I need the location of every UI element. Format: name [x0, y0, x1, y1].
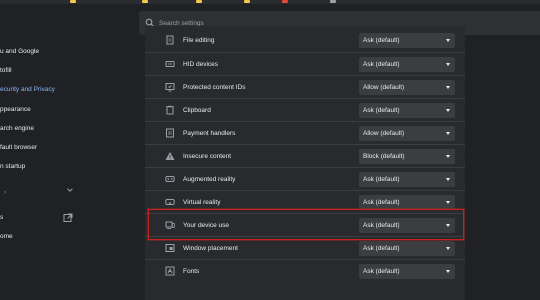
- permission-select[interactable]: Allow (default): [359, 126, 455, 141]
- sidebar-item-search-engine[interactable]: arch engine: [0, 120, 34, 138]
- caret-down-icon: [446, 224, 450, 227]
- sidebar-item-on-startup[interactable]: n startup: [0, 158, 25, 176]
- sidebar-item-label: u and Google: [0, 48, 40, 55]
- permission-value: Ask (default): [363, 176, 400, 183]
- permission-label: Clipboard: [183, 107, 211, 114]
- permission-row-augmented-reality[interactable]: Augmented reality Ask (default): [145, 167, 465, 190]
- permission-row-virtual-reality[interactable]: Virtual reality Ask (default): [145, 190, 465, 213]
- permission-label: Protected content IDs: [183, 84, 246, 91]
- sidebar-item-label: ppearance: [0, 106, 31, 113]
- tab-favicon[interactable]: [142, 0, 148, 3]
- permission-select[interactable]: Block (default): [359, 149, 455, 164]
- permission-value: Ask (default): [363, 37, 400, 44]
- permission-row-insecure-content[interactable]: Insecure content Block (default): [145, 144, 465, 167]
- permission-label: File editing: [183, 37, 215, 44]
- permission-label: Payment handlers: [183, 130, 236, 137]
- permission-label: Window placement: [183, 245, 238, 252]
- permission-label: Insecure content: [183, 153, 232, 160]
- permission-label: Virtual reality: [183, 199, 221, 206]
- permission-row-your-device-use[interactable]: Your device use Ask (default): [145, 213, 465, 236]
- caret-down-icon: [446, 39, 450, 42]
- permission-row-file-editing[interactable]: File editing Ask (default): [145, 29, 465, 52]
- permission-value: Ask (default): [363, 268, 400, 275]
- tab-favicon[interactable]: [244, 0, 250, 3]
- font-icon: [165, 266, 175, 276]
- permission-row-window-placement[interactable]: Window placement Ask (default): [145, 236, 465, 259]
- caret-down-icon: [446, 178, 450, 181]
- window-placement-icon: [165, 244, 175, 252]
- permission-select[interactable]: Ask (default): [359, 33, 455, 48]
- warning-icon: [165, 152, 175, 160]
- caret-down-icon: [446, 86, 450, 89]
- permission-label: Fonts: [183, 268, 200, 275]
- caret-down-icon: [446, 155, 450, 158]
- clipboard-icon: [166, 105, 174, 115]
- permission-value: Ask (default): [363, 222, 400, 229]
- tab-favicon[interactable]: [330, 0, 336, 3]
- caret-down-icon: [446, 109, 450, 112]
- sidebar-item-security-and-privacy[interactable]: ecurity and Privacy: [0, 81, 55, 99]
- permission-value: Block (default): [363, 153, 405, 160]
- tab-favicon[interactable]: [70, 0, 76, 3]
- site-settings-permissions-panel: File editing Ask (default) HID devices A…: [145, 26, 465, 300]
- permission-label: Your device use: [183, 222, 230, 229]
- permission-label: Augmented reality: [183, 176, 236, 183]
- caret-down-icon: [446, 63, 450, 66]
- permission-select[interactable]: Ask (default): [359, 57, 455, 72]
- sidebar-item-label: ecurity and Privacy: [0, 86, 55, 93]
- caret-down-icon: [446, 132, 450, 135]
- permission-row-clipboard[interactable]: Clipboard Ask (default): [145, 98, 465, 121]
- permission-value: Allow (default): [363, 84, 405, 91]
- permission-select[interactable]: Ask (default): [359, 172, 455, 187]
- permission-value: Allow (default): [363, 130, 405, 137]
- permission-value: Ask (default): [363, 107, 400, 114]
- sidebar-item-label: ome: [0, 233, 13, 240]
- permission-value: Ask (default): [363, 199, 400, 206]
- sidebar-item-extensions[interactable]: s: [0, 209, 3, 227]
- open-in-new-icon[interactable]: [63, 213, 73, 223]
- protected-content-icon: [165, 83, 175, 92]
- permission-select[interactable]: Ask (default): [359, 218, 455, 233]
- caret-down-icon: [446, 247, 450, 250]
- device-use-icon: [165, 221, 175, 229]
- caret-down-icon: [446, 201, 450, 204]
- permission-row-hid-devices[interactable]: HID devices Ask (default): [145, 52, 465, 75]
- sidebar-item-label: fault browser: [0, 144, 38, 151]
- sidebar-item-about-chrome[interactable]: ome: [0, 228, 13, 246]
- permission-value: Ask (default): [363, 245, 400, 252]
- sidebar-item-default-browser[interactable]: fault browser: [0, 139, 37, 157]
- file-edit-icon: [166, 35, 174, 45]
- permission-row-payment-handlers[interactable]: Payment handlers Allow (default): [145, 121, 465, 144]
- permission-value: Ask (default): [363, 61, 400, 68]
- vr-headset-icon: [165, 199, 175, 205]
- permission-row-fonts[interactable]: Fonts Ask (default): [145, 259, 465, 282]
- advanced-arrow-icon[interactable]: ›: [4, 190, 6, 196]
- permission-select[interactable]: Ask (default): [359, 103, 455, 118]
- sidebar-item-label: n startup: [0, 163, 26, 170]
- permission-select[interactable]: Ask (default): [359, 264, 455, 279]
- chevron-down-icon[interactable]: [66, 186, 74, 194]
- tab-favicon[interactable]: [196, 0, 202, 3]
- permission-select[interactable]: Allow (default): [359, 80, 455, 95]
- sidebar-item-label: tofill: [0, 67, 12, 74]
- sidebar-item-label: s: [0, 214, 4, 221]
- caret-down-icon: [446, 270, 450, 273]
- settings-sidebar: u and Google tofill ecurity and Privacy …: [0, 4, 137, 300]
- permission-label: HID devices: [183, 61, 219, 68]
- hid-device-icon: [165, 61, 175, 67]
- permission-select[interactable]: Ask (default): [359, 195, 455, 210]
- sidebar-item-label: arch engine: [0, 125, 34, 132]
- sidebar-item-appearance[interactable]: ppearance: [0, 101, 31, 119]
- permission-row-protected-content[interactable]: Protected content IDs Allow (default): [145, 75, 465, 98]
- sidebar-item-autofill[interactable]: tofill: [0, 62, 12, 80]
- payment-handler-icon: [166, 128, 174, 138]
- permission-select[interactable]: Ask (default): [359, 241, 455, 256]
- tab-favicon[interactable]: [282, 0, 288, 3]
- sidebar-item-you-and-google[interactable]: u and Google: [0, 43, 39, 61]
- augmented-reality-icon: [165, 176, 175, 182]
